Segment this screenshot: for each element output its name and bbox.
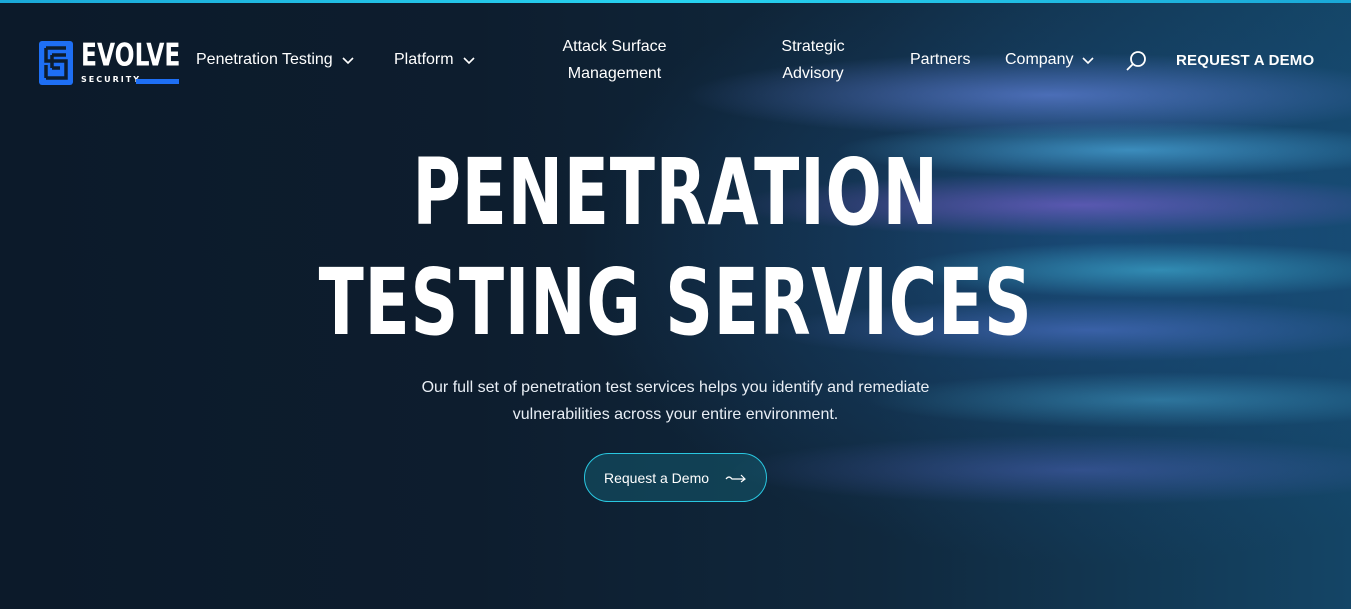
logo-tagline: SECURITY <box>81 75 141 84</box>
nav-item-partners[interactable]: Partners <box>910 51 970 69</box>
hero-subtitle: Our full set of penetration test service… <box>421 379 930 423</box>
nav-item-company[interactable]: Company <box>1005 51 1095 69</box>
hero-button-label: Request a Demo <box>603 469 710 486</box>
nav-item-platform[interactable]: Platform <box>394 51 476 69</box>
request-demo-hero-button[interactable]: Request a Demo <box>584 453 767 502</box>
nav-item-attack-surface-management[interactable]: Attack Surface Management <box>548 33 681 87</box>
evolve-security-logo[interactable]: EVOLVE SECURITY <box>39 37 181 86</box>
nav-item-label: Platform <box>394 51 454 68</box>
arrow-right-icon <box>725 474 746 482</box>
request-demo-nav-button[interactable]: REQUEST A DEMO <box>1176 52 1314 69</box>
nav-item-label: Partners <box>910 51 971 68</box>
hero-title-line-1: PENETRATION <box>412 139 939 246</box>
top-accent-line <box>0 0 1351 3</box>
nav-item-label: Attack Surface Management <box>562 38 667 82</box>
hero-title-line-2: TESTING SERVICES <box>318 249 1033 356</box>
evolve-logo-icon <box>39 41 73 85</box>
nav-item-label: Penetration Testing <box>196 51 333 68</box>
nav-item-label: Company <box>1005 51 1074 68</box>
hero-title: PENETRATION TESTING SERVICES <box>0 138 1351 358</box>
nav-item-label: Strategic Advisory <box>781 38 845 82</box>
logo-accent-bar <box>136 79 179 84</box>
chevron-down-icon <box>342 57 354 65</box>
logo-wordmark: EVOLVE <box>81 37 181 74</box>
nav-item-penetration-testing[interactable]: Penetration Testing <box>196 51 355 69</box>
search-icon[interactable] <box>1125 50 1147 72</box>
nav-item-strategic-advisory[interactable]: Strategic Advisory <box>768 33 858 87</box>
chevron-down-icon <box>463 57 475 65</box>
chevron-down-icon <box>1082 57 1095 65</box>
